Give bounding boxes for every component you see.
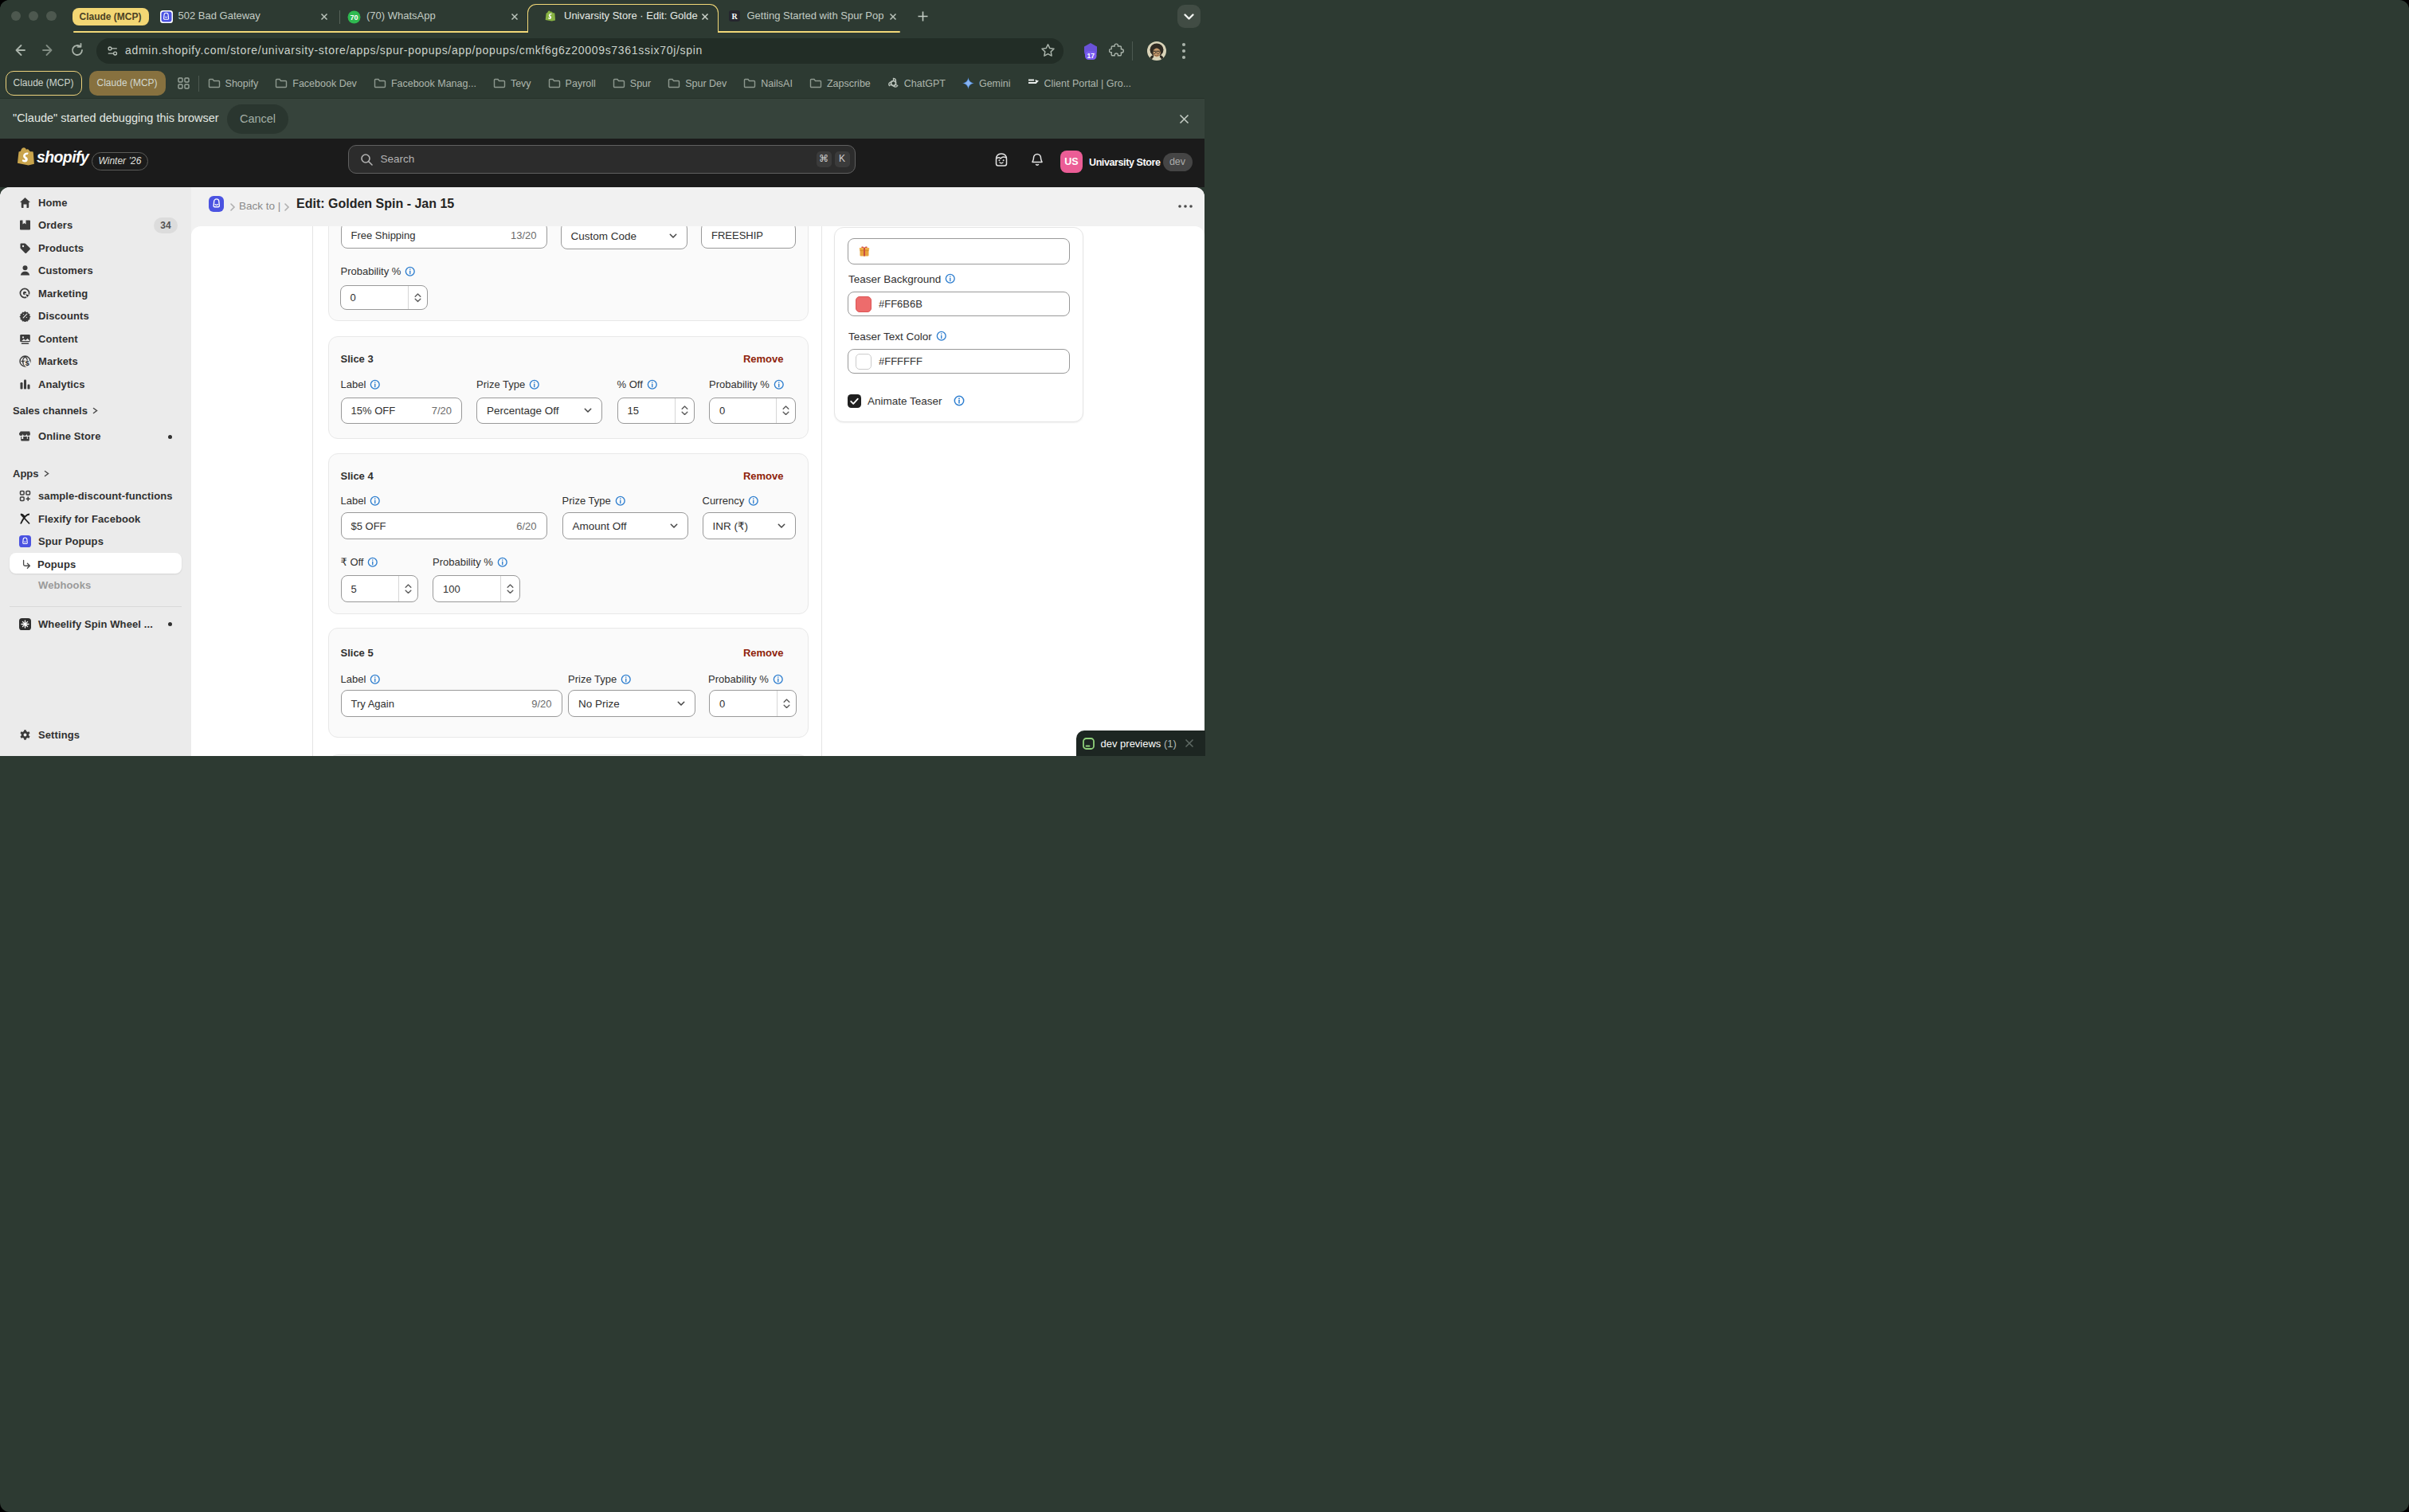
svg-text:70: 70 <box>350 14 358 22</box>
svg-text:R: R <box>731 12 738 21</box>
svg-text:17: 17 <box>1087 52 1095 60</box>
svg-text:$: $ <box>25 360 29 368</box>
